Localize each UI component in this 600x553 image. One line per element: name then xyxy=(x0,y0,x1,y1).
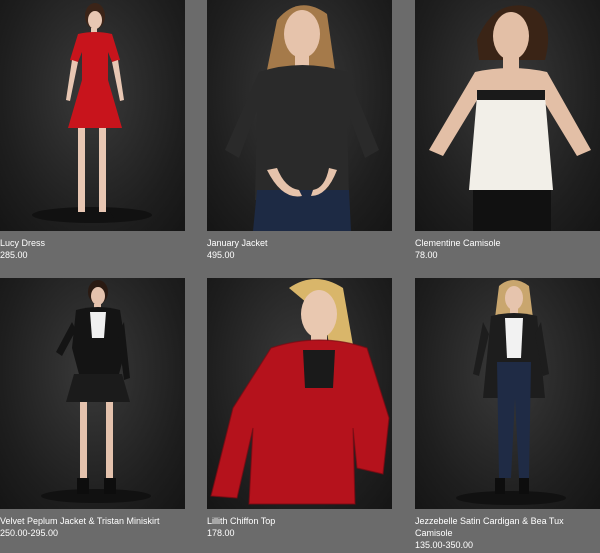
model-white-camisole-image xyxy=(429,5,591,231)
product-photo[interactable] xyxy=(207,278,392,509)
product-price: 78.00 xyxy=(415,250,438,260)
product-photo[interactable] xyxy=(207,0,392,231)
product-name[interactable]: Velvet Peplum Jacket & Tristan Miniskirt xyxy=(0,515,185,527)
model-velvet-jacket-image xyxy=(41,280,151,503)
model-red-chiffon-image xyxy=(210,279,390,505)
product-price: 495.00 xyxy=(207,250,235,260)
product-price: 250.00-295.00 xyxy=(0,528,59,538)
model-black-jacket-image xyxy=(225,5,379,231)
product-grid: Lucy Dress 285.00 January Jacket 495.00 xyxy=(0,0,600,553)
product-card-jezzebelle-satin-cardigan[interactable]: Jezzebelle Satin Cardigan & Bea Tux Cami… xyxy=(415,278,600,551)
product-card-lucy-dress[interactable]: Lucy Dress 285.00 xyxy=(0,0,185,261)
product-card-velvet-peplum-jacket[interactable]: Velvet Peplum Jacket & Tristan Miniskirt… xyxy=(0,278,185,539)
product-photo[interactable] xyxy=(0,278,185,509)
product-name[interactable]: Lucy Dress xyxy=(0,237,185,249)
product-price: 285.00 xyxy=(0,250,28,260)
product-card-clementine-camisole[interactable]: Clementine Camisole 78.00 xyxy=(415,0,600,261)
product-card-lillith-chiffon-top[interactable]: Lillith Chiffon Top 178.00 xyxy=(207,278,392,539)
product-name[interactable]: January Jacket xyxy=(207,237,392,249)
product-photo[interactable] xyxy=(415,278,600,509)
product-name[interactable]: Lillith Chiffon Top xyxy=(207,515,392,527)
model-cardigan-image xyxy=(456,280,566,505)
product-price: 135.00-350.00 xyxy=(415,540,474,550)
product-photo[interactable] xyxy=(0,0,185,231)
product-name[interactable]: Jezzebelle Satin Cardigan & Bea Tux Cami… xyxy=(415,515,595,539)
product-card-january-jacket[interactable]: January Jacket 495.00 xyxy=(207,0,392,261)
model-red-dress-image xyxy=(32,3,152,223)
product-photo[interactable] xyxy=(415,0,600,231)
product-price: 178.00 xyxy=(207,528,235,538)
product-name[interactable]: Clementine Camisole xyxy=(415,237,600,249)
